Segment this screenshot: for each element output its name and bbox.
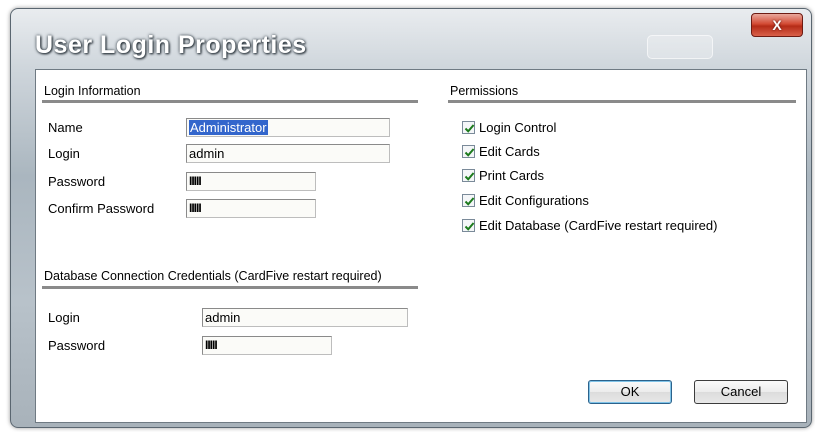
name-field[interactable]: Administrator (186, 118, 390, 137)
password-field[interactable]: IIIII (186, 172, 316, 191)
close-icon: X (772, 17, 782, 33)
permission-label: Edit Cards (479, 144, 540, 159)
permission-label: Print Cards (479, 168, 545, 183)
db-password-field[interactable]: IIIII (202, 336, 332, 355)
edit-cards-checkbox[interactable] (462, 145, 475, 158)
permissions-title: Permissions (450, 84, 519, 98)
dialog-window: User Login Properties X Login Informatio… (10, 8, 812, 428)
name-value: Administrator (189, 120, 268, 135)
name-label: Name (48, 120, 83, 135)
check-icon (464, 222, 475, 231)
confirm-password-label: Confirm Password (48, 201, 155, 216)
login-label: Login (48, 146, 80, 161)
edit-configurations-checkbox[interactable] (462, 194, 475, 207)
window-title: User Login Properties (35, 31, 307, 59)
login-info-title: Login Information (44, 84, 141, 98)
cancel-button[interactable]: Cancel (694, 380, 788, 404)
check-icon (464, 172, 475, 181)
ok-button[interactable]: OK (588, 380, 672, 404)
db-credentials-divider (42, 286, 418, 290)
permissions-divider (448, 100, 796, 104)
login-info-divider (42, 100, 418, 104)
confirm-password-field[interactable]: IIIII (186, 199, 316, 218)
close-button[interactable]: X (751, 13, 803, 37)
permission-label: Login Control (479, 120, 557, 135)
db-login-field[interactable]: admin (202, 308, 408, 327)
dialog-body: Login Information Name Administrator Log… (35, 69, 807, 423)
check-icon (464, 124, 475, 133)
check-icon (464, 148, 475, 157)
check-icon (464, 197, 475, 206)
password-label: Password (48, 174, 106, 189)
login-control-checkbox[interactable] (462, 121, 475, 134)
db-password-label: Password (48, 338, 106, 353)
db-credentials-title: Database Connection Credentials (CardFiv… (44, 269, 382, 283)
inactive-close-ghost (647, 35, 713, 59)
edit-database-checkbox[interactable] (462, 219, 475, 232)
print-cards-checkbox[interactable] (462, 169, 475, 182)
db-login-label: Login (48, 310, 80, 325)
login-field[interactable]: admin (186, 144, 390, 163)
permission-label: Edit Configurations (479, 193, 589, 208)
permission-label: Edit Database (CardFive restart required… (479, 218, 718, 233)
